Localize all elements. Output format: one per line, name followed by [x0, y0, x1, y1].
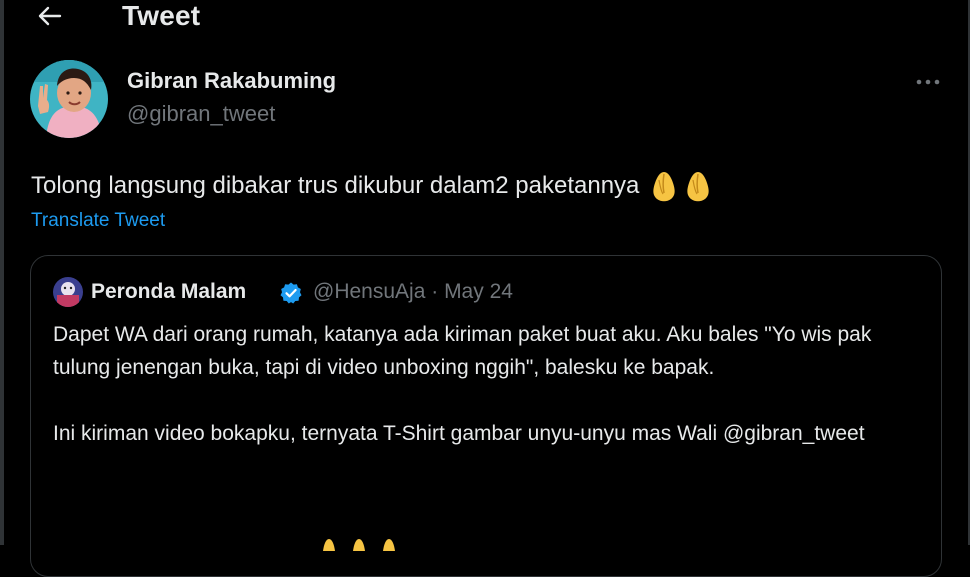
- pinched-fingers-icon: [687, 172, 710, 202]
- quoted-author-avatar[interactable]: [53, 277, 83, 307]
- quoted-date: May 24: [444, 280, 513, 303]
- quoted-tweet-text: Dapet WA dari orang rumah, katanya ada k…: [53, 318, 923, 450]
- page-edge-left: [0, 0, 4, 545]
- tweet-emoji: [649, 170, 713, 202]
- tweet-text: Tolong langsung dibakar trus dikubur dal…: [31, 170, 713, 202]
- translate-tweet-link[interactable]: Translate Tweet: [31, 210, 165, 232]
- author-avatar[interactable]: [30, 60, 108, 138]
- more-horizontal-icon: [916, 79, 940, 85]
- tweet-text-content: Tolong langsung dibakar trus dikubur dal…: [31, 172, 640, 199]
- arrow-left-icon: [38, 6, 62, 26]
- quoted-tweet-card[interactable]: Peronda Malam @HensuAja · May 24 Dapet W…: [30, 255, 942, 577]
- page-title: Tweet: [122, 0, 201, 31]
- pinched-fingers-icon: [353, 539, 365, 551]
- verified-badge-icon: [280, 282, 302, 304]
- quoted-meta: @HensuAja · May 24: [313, 280, 513, 304]
- quoted-cut-off-emoji: [316, 537, 402, 551]
- meta-separator: ·: [431, 280, 439, 303]
- author-handle[interactable]: @gibran_tweet: [127, 101, 275, 127]
- quoted-paragraph-2: Ini kiriman video bokapku, ternyata T-Sh…: [53, 422, 865, 445]
- back-button[interactable]: [34, 3, 64, 29]
- quoted-paragraph-1: Dapet WA dari orang rumah, katanya ada k…: [53, 323, 872, 379]
- pinched-fingers-icon: [653, 172, 676, 202]
- author-name[interactable]: Gibran Rakabuming: [127, 68, 336, 94]
- quoted-author-name: Peronda Malam: [91, 280, 247, 303]
- pinched-fingers-icon: [323, 539, 335, 551]
- pinched-fingers-icon: [383, 539, 395, 551]
- quoted-author-handle: @HensuAja: [313, 280, 426, 303]
- more-options-button[interactable]: [912, 68, 944, 96]
- header: Tweet: [0, 0, 970, 34]
